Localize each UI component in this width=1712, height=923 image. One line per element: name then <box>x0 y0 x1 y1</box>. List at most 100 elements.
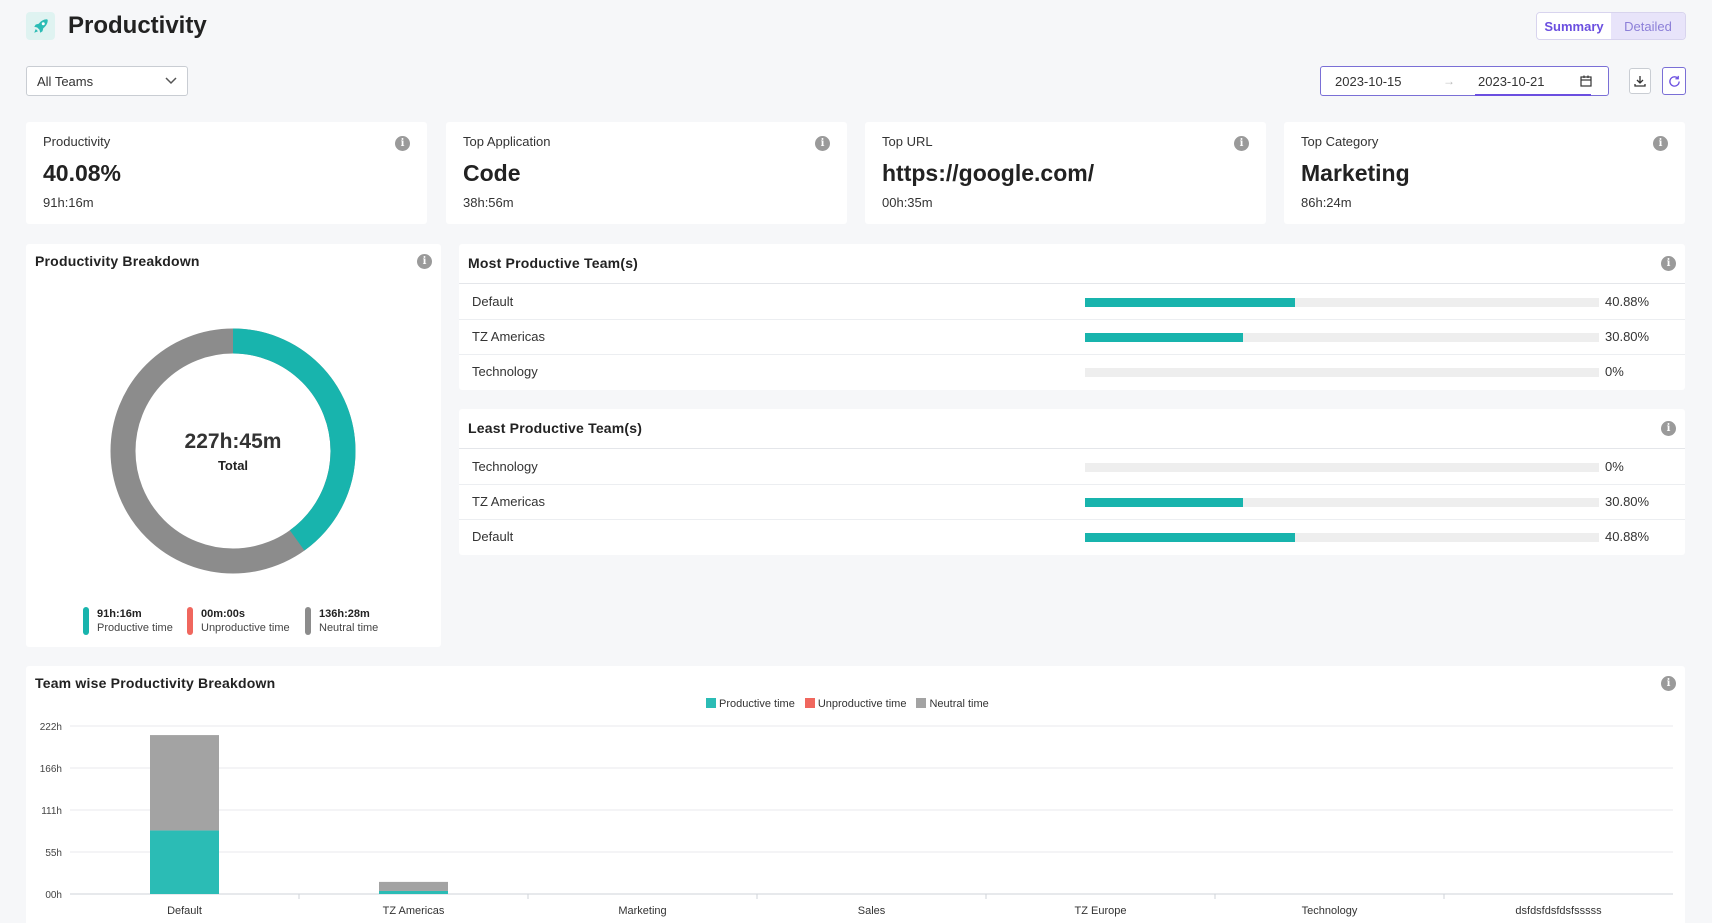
summary-tab[interactable]: Summary <box>1537 13 1611 39</box>
info-icon[interactable]: i <box>417 254 432 269</box>
stat-label: Productivity <box>43 134 111 149</box>
y-tick-label: 111h <box>41 806 62 817</box>
table-row: Technology 0% <box>459 355 1685 390</box>
x-tick-label: dsfdsfdsfdsfsssss <box>1515 905 1602 917</box>
table-row: Default 40.88% <box>459 520 1685 555</box>
team-percent: 40.88% <box>1605 529 1650 544</box>
info-icon[interactable]: i <box>1653 136 1668 151</box>
team-name: Technology <box>472 459 538 474</box>
download-icon <box>1634 76 1646 87</box>
calendar-icon[interactable] <box>1580 75 1592 87</box>
bar-segment[interactable] <box>150 735 219 831</box>
stat-sub: 86h:24m <box>1301 195 1352 210</box>
stat-value: Code <box>463 160 521 186</box>
refresh-button[interactable] <box>1662 67 1686 95</box>
legend-label: Unproductive time <box>201 622 290 634</box>
stat-card-top-url: Top URL https://google.com/ 00h:35m i <box>865 122 1266 224</box>
progress-track <box>1085 298 1599 307</box>
x-tick-label: Technology <box>1302 905 1358 917</box>
x-tick-label: Marketing <box>618 905 666 917</box>
y-tick-label: 55h <box>45 848 62 859</box>
bar-segment[interactable] <box>379 881 448 891</box>
progress-fill <box>1085 298 1296 307</box>
legend-label: Neutral time <box>319 622 379 634</box>
info-icon[interactable]: i <box>815 136 830 151</box>
stat-label: Top Application <box>463 134 551 149</box>
stat-label: Top URL <box>882 134 933 149</box>
team-name: TZ Americas <box>472 494 545 509</box>
least-productive-teams-card: Least Productive Team(s) i Technology 0%… <box>459 409 1685 555</box>
info-icon[interactable]: i <box>1661 256 1676 271</box>
info-icon[interactable]: i <box>395 136 410 151</box>
rocket-icon <box>26 12 55 40</box>
legend-swatch <box>83 607 89 635</box>
view-toggle: Summary Detailed <box>1536 12 1686 40</box>
team-select[interactable]: All Teams <box>26 66 188 96</box>
stat-label: Top Category <box>1301 134 1379 149</box>
start-date-input[interactable]: 2023-10-15 <box>1335 74 1402 89</box>
stat-value: 40.08% <box>43 160 122 186</box>
progress-track <box>1085 498 1599 507</box>
active-date-underline <box>1475 94 1591 96</box>
info-icon[interactable]: i <box>1661 421 1676 436</box>
date-range-picker[interactable]: 2023-10-15 → 2023-10-21 <box>1320 66 1609 96</box>
donut-total: 227h:45m <box>184 429 282 453</box>
productivity-breakdown-card: Productivity Breakdown i 227h:45m Total … <box>26 244 441 647</box>
y-tick-label: 00h <box>45 890 62 901</box>
progress-track <box>1085 368 1599 377</box>
stat-card-top-application: Top Application Code 38h:56m i <box>446 122 847 224</box>
donut-center: 227h:45m Total <box>110 328 356 574</box>
stat-value: Marketing <box>1301 160 1410 186</box>
bar-segment[interactable] <box>150 830 219 894</box>
table-row: Technology 0% <box>459 450 1685 485</box>
stat-sub: 00h:35m <box>882 195 933 210</box>
stat-card-productivity: Productivity 40.08% 91h:16m i <box>26 122 427 224</box>
most-productive-teams-card: Most Productive Team(s) i Default 40.88%… <box>459 244 1685 390</box>
download-button[interactable] <box>1629 68 1651 94</box>
card-header: Least Productive Team(s) i <box>459 409 1685 449</box>
team-name: Default <box>472 294 514 309</box>
team-percent: 0% <box>1605 459 1624 474</box>
legend-swatch <box>187 607 193 635</box>
progress-track <box>1085 333 1599 342</box>
stat-sub: 38h:56m <box>463 195 514 210</box>
card-title: Least Productive Team(s) <box>468 420 643 436</box>
card-header: Most Productive Team(s) i <box>459 244 1685 284</box>
arrow-right-icon: → <box>1443 74 1455 88</box>
x-tick-label: Sales <box>858 905 886 917</box>
legend-unproductive: 00m:00s Unproductive time <box>187 607 290 635</box>
stat-card-top-category: Top Category Marketing 86h:24m i <box>1284 122 1685 224</box>
y-tick-label: 222h <box>40 722 62 733</box>
card-title: Most Productive Team(s) <box>468 255 639 271</box>
team-percent: 40.88% <box>1605 294 1650 309</box>
chevron-down-icon <box>165 77 177 85</box>
team-stacked-bar-chart: 00h 55h 111h 166h 222h Default TZ Americas Mark… <box>40 722 1673 917</box>
y-tick-label: 166h <box>40 764 62 775</box>
table-row: TZ Americas 30.80% <box>459 485 1685 520</box>
legend-neutral: 136h:28m Neutral time <box>305 607 378 635</box>
info-icon[interactable]: i <box>1234 136 1249 151</box>
team-percent: 30.80% <box>1605 494 1650 509</box>
team-name: Default <box>472 529 514 544</box>
progress-fill <box>1085 533 1296 542</box>
x-tick-label: TZ Europe <box>1075 905 1127 917</box>
table-row: TZ Americas 30.80% <box>459 320 1685 355</box>
legend-swatch <box>305 607 311 635</box>
legend-time: 91h:16m <box>97 608 142 620</box>
refresh-icon <box>1668 75 1680 87</box>
team-name: Technology <box>472 364 538 379</box>
page-title: Productivity <box>68 12 207 39</box>
card-title: Productivity Breakdown <box>35 253 200 269</box>
stat-sub: 91h:16m <box>43 195 94 210</box>
legend-time: 00m:00s <box>201 608 246 620</box>
legend-time: 136h:28m <box>319 608 370 620</box>
stat-value: https://google.com/ <box>882 160 1095 186</box>
x-tick-label: TZ Americas <box>383 905 445 917</box>
team-name: TZ Americas <box>472 329 545 344</box>
bar-segment[interactable] <box>379 890 448 894</box>
progress-fill <box>1085 498 1244 507</box>
detailed-tab[interactable]: Detailed <box>1611 13 1685 39</box>
end-date-input[interactable]: 2023-10-21 <box>1478 74 1545 89</box>
donut-total-label: Total <box>217 457 249 473</box>
progress-track <box>1085 463 1599 472</box>
